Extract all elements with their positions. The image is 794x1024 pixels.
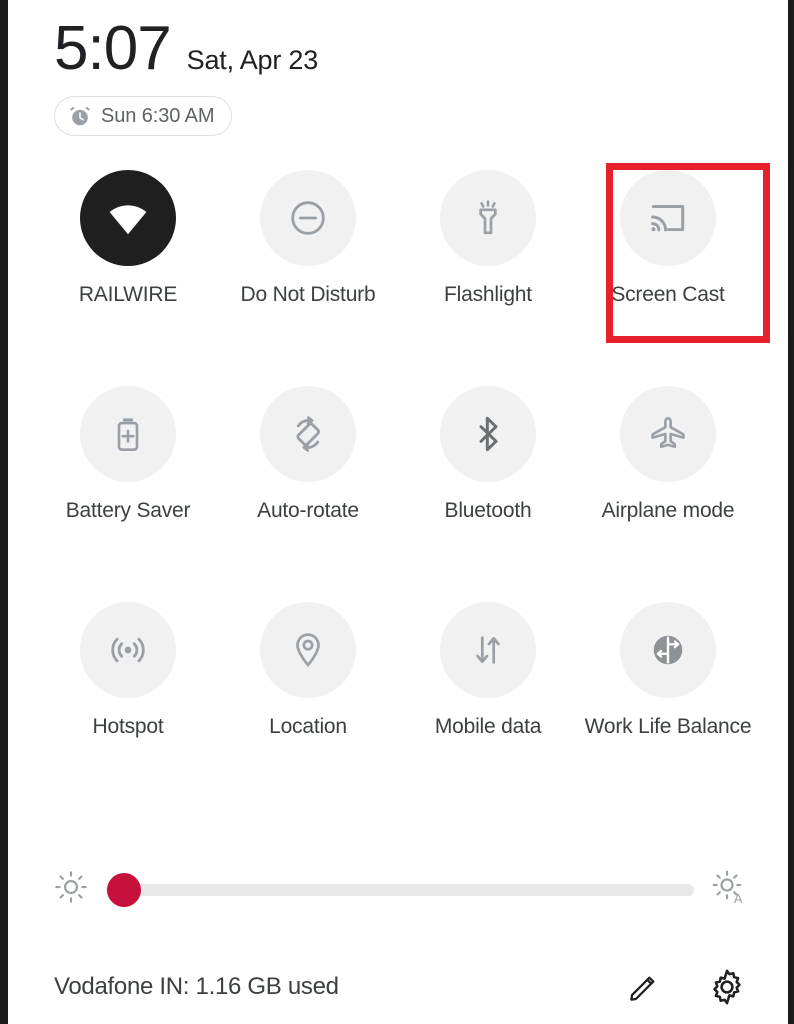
alarm-chip[interactable]: Sun 6:30 AM (54, 96, 233, 136)
tile-icon-container[interactable] (620, 602, 716, 698)
tile-icon-container[interactable] (260, 386, 356, 482)
tile-label: Location (269, 715, 347, 738)
tile-icon-container[interactable] (440, 386, 536, 482)
footer-bar: Vodafone IN: 1.16 GB used (8, 968, 788, 1006)
tile-icon-container[interactable] (440, 170, 536, 266)
airplane-icon (647, 413, 689, 455)
brightness-auto-icon[interactable]: A (712, 870, 746, 909)
tile-label: Airplane mode (601, 499, 735, 522)
gear-icon[interactable] (708, 968, 746, 1006)
battery-saver-icon (108, 414, 148, 454)
tile-icon-container[interactable] (260, 602, 356, 698)
screen-cast-icon (647, 197, 689, 239)
tile-icon-container[interactable] (80, 170, 176, 266)
tile-label: Hotspot (92, 715, 164, 738)
clock-row: 5:07 Sat, Apr 23 (54, 18, 788, 80)
tile-label: Do Not Disturb (240, 283, 376, 306)
tile-label: Battery Saver (65, 499, 191, 522)
tile-auto-rotate[interactable]: Auto-rotate (218, 376, 398, 592)
tile-label: Work Life Balance (584, 715, 752, 738)
footer-actions (626, 968, 746, 1006)
alarm-clock-icon (68, 104, 92, 128)
tile-icon-container[interactable] (440, 602, 536, 698)
tile-label: Flashlight (444, 283, 532, 306)
pencil-icon[interactable] (626, 969, 662, 1005)
bluetooth-icon (468, 414, 508, 454)
tile-icon-container[interactable] (80, 602, 176, 698)
wifi-icon (105, 195, 151, 241)
work-life-balance-icon (649, 631, 687, 669)
clock-time[interactable]: 5:07 (54, 18, 172, 80)
tile-label: Screen Cast (611, 283, 725, 306)
tile-label: RAILWIRE (78, 283, 178, 306)
tile-screen-cast[interactable]: Screen Cast (578, 160, 758, 376)
alarm-label: Sun 6:30 AM (101, 104, 215, 127)
tile-location[interactable]: Location (218, 592, 398, 808)
quick-settings-panel: 5:07 Sat, Apr 23 Sun 6:30 AM RAILWIRE Do… (8, 0, 788, 1024)
tile-mobile-data[interactable]: Mobile data (398, 592, 578, 808)
tile-bluetooth[interactable]: Bluetooth (398, 376, 578, 592)
location-pin-icon (288, 630, 328, 670)
do-not-disturb-icon (288, 198, 328, 238)
tile-railwire[interactable]: RAILWIRE (38, 160, 218, 376)
tile-label: Bluetooth (444, 499, 532, 522)
clock-date: Sat, Apr 23 (186, 45, 319, 75)
brightness-low-icon (54, 870, 88, 909)
screenshot-frame-left-edge (0, 0, 8, 1024)
quick-settings-tiles: RAILWIRE Do Not Disturb Flashlight Scree… (8, 160, 788, 808)
status-header: 5:07 Sat, Apr 23 Sun 6:30 AM (8, 0, 788, 136)
tile-icon-container[interactable] (620, 170, 716, 266)
tile-icon-container[interactable] (620, 386, 716, 482)
tile-icon-container[interactable] (80, 386, 176, 482)
brightness-slider-thumb[interactable] (106, 872, 141, 907)
tile-flashlight[interactable]: Flashlight (398, 160, 578, 376)
tile-label: Auto-rotate (257, 499, 359, 522)
hotspot-icon (107, 629, 149, 671)
tile-work-life-balance[interactable]: Work Life Balance (578, 592, 758, 808)
auto-rotate-icon (287, 413, 329, 455)
screenshot-frame-right-edge (788, 0, 794, 1024)
tile-icon-container[interactable] (260, 170, 356, 266)
svg-text:A: A (734, 891, 743, 904)
tile-battery-saver[interactable]: Battery Saver (38, 376, 218, 592)
mobile-data-icon (469, 631, 507, 669)
tile-hotspot[interactable]: Hotspot (38, 592, 218, 808)
tile-airplane-mode[interactable]: Airplane mode (578, 376, 758, 592)
brightness-slider-row: A (8, 870, 788, 909)
carrier-data-usage[interactable]: Vodafone IN: 1.16 GB used (54, 973, 339, 1001)
tile-do-not-disturb[interactable]: Do Not Disturb (218, 160, 398, 376)
tile-label: Mobile data (434, 715, 542, 738)
brightness-slider[interactable] (106, 872, 694, 907)
flashlight-icon (468, 198, 508, 238)
